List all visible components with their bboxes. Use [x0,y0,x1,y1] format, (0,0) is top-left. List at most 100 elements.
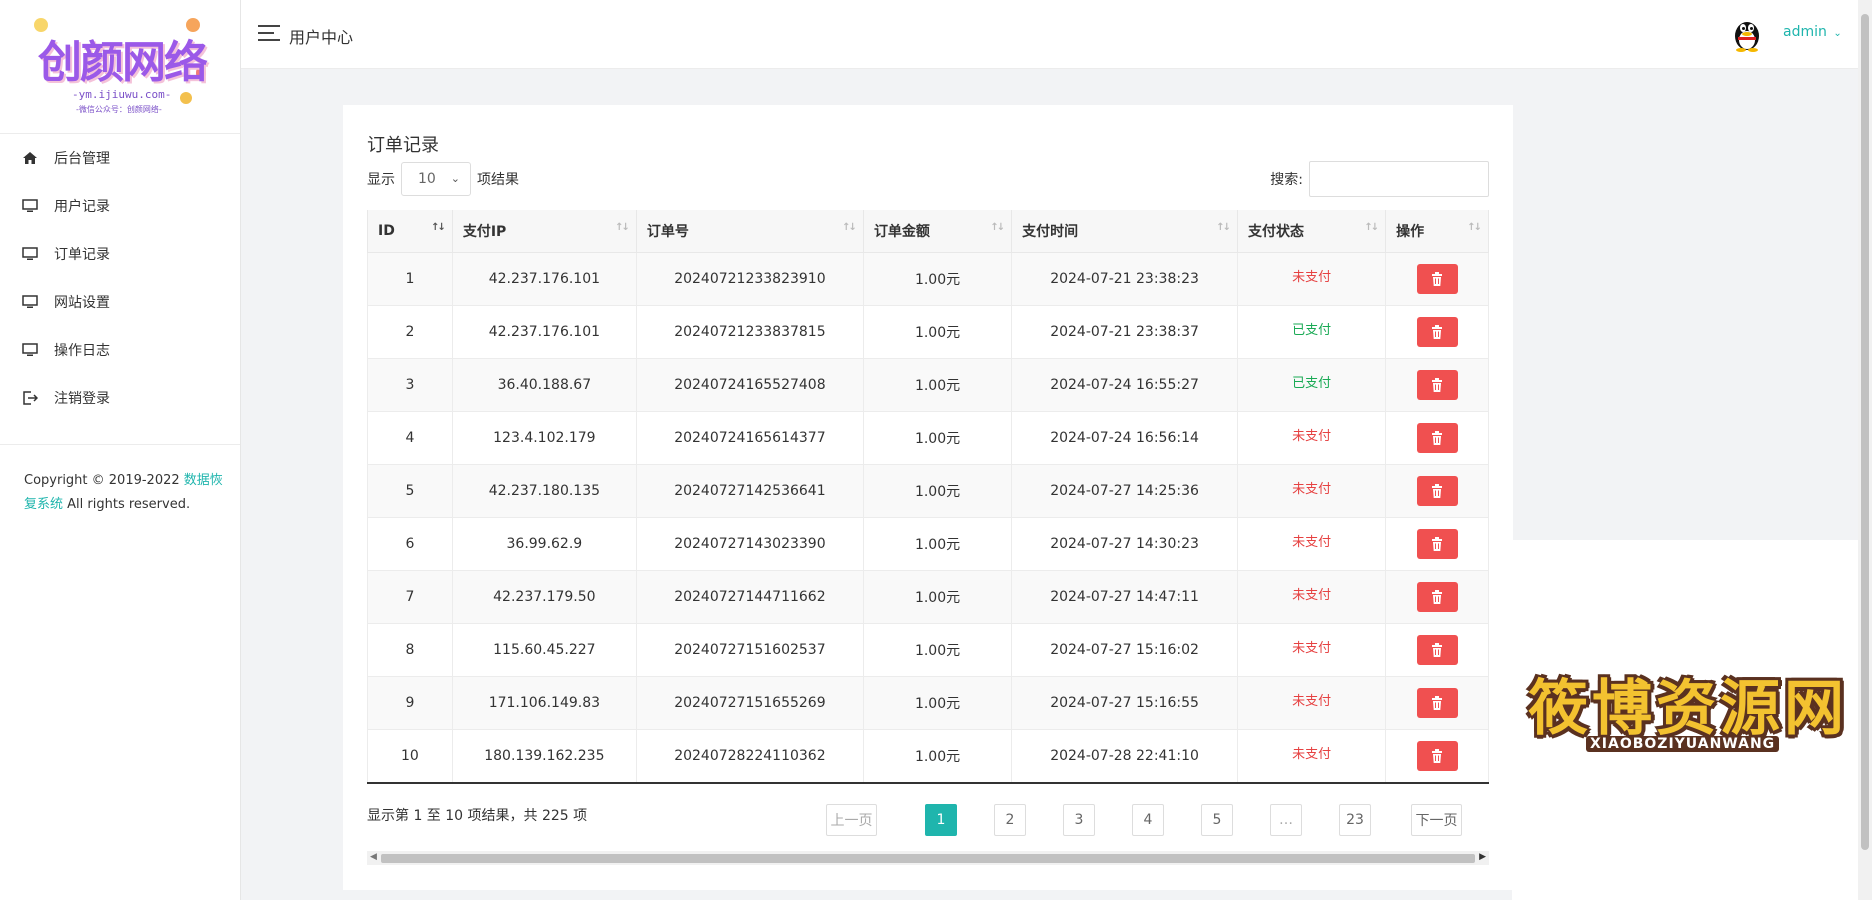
cell-actions [1385,570,1489,624]
cell-time: 2024-07-27 15:16:55 [1011,676,1238,730]
logout-icon [22,391,39,405]
monitor-icon [22,247,38,261]
column-header-amount[interactable]: 订单金额 ↑↓ [862,210,1013,253]
user-name: admin [1783,24,1827,40]
sidebar-item-orders[interactable]: 订单记录 [0,230,240,278]
avatar[interactable] [1730,16,1764,52]
sort-icon: ↑↓ [1467,222,1482,233]
page-button[interactable]: 2 [994,804,1026,836]
page-length-control: 显示 10 ⌄ 项结果 [367,162,519,196]
cell-amount: 1.00元 [862,676,1013,730]
sidebar-item-users[interactable]: 用户记录 [0,182,240,230]
next-page-button[interactable]: 下一页 [1411,804,1462,836]
cell-time: 2024-07-24 16:56:14 [1011,411,1238,465]
status-badge: 未支付 [1292,640,1332,656]
delete-button[interactable] [1416,317,1458,347]
scroll-left-icon[interactable]: ◀ [370,852,377,862]
trash-icon [1431,378,1442,392]
cell-status: 未支付 [1236,411,1387,465]
search-control: 搜索: [1270,161,1489,197]
cell-ip: 171.106.149.83 [451,676,637,730]
table-row: 6 36.99.62.9 20240727143023390 1.00元 2024-07… [367,517,1489,571]
sidebar-item-logs[interactable]: 操作日志 [0,326,240,374]
table-row: 9 171.106.149.83 20240727151655269 1.00元 202… [367,676,1489,730]
page-button[interactable]: 3 [1063,804,1095,836]
status-badge: 已支付 [1292,375,1332,391]
cell-status: 未支付 [1236,676,1387,730]
delete-button[interactable] [1416,741,1458,771]
trash-icon [1431,431,1442,445]
cell-status: 未支付 [1236,252,1387,306]
page-length-select[interactable]: 10 ⌄ [401,162,471,196]
trash-icon [1431,643,1442,657]
cell-id: 3 [367,358,453,412]
sidebar-nav: 后台管理 用户记录 订单记录 网站设置 操作日志 注销登录 [0,134,240,422]
page-button[interactable]: 4 [1132,804,1164,836]
cell-id: 6 [367,517,453,571]
cell-actions [1385,464,1489,518]
column-header-time[interactable]: 支付时间 ↑↓ [1011,210,1238,253]
sidebar-item-site-settings[interactable]: 网站设置 [0,278,240,326]
cell-order-no: 20240721233837815 [635,305,864,359]
sort-icon: ↑↓ [615,222,630,233]
status-badge: 未支付 [1292,269,1332,285]
copyright: Copyright © 2019-2022 数据恢复系统 All rights … [24,469,224,517]
sidebar-item-logout[interactable]: 注销登录 [0,374,240,422]
chevron-down-icon: ⌄ [450,172,460,185]
delete-button[interactable] [1416,635,1458,665]
chevron-down-icon: ⌄ [1833,28,1842,39]
delete-button[interactable] [1416,476,1458,506]
sidebar-item-label: 操作日志 [54,343,110,359]
copyright-suffix: All rights reserved. [63,497,191,512]
search-input[interactable] [1309,161,1489,197]
vertical-scrollbar[interactable] [1858,0,1872,900]
column-header-ip[interactable]: 支付IP ↑↓ [451,210,637,253]
delete-button[interactable] [1416,264,1458,294]
sort-icon: ↑↓ [1216,222,1231,233]
scroll-right-icon[interactable]: ▶ [1479,852,1486,862]
status-badge: 未支付 [1292,746,1332,762]
horizontal-scrollbar[interactable]: ◀ ▶ [367,851,1489,865]
cell-status: 未支付 [1236,623,1387,677]
scrollbar-thumb[interactable] [381,854,1475,863]
column-header-order-no[interactable]: 订单号 ↑↓ [635,210,864,253]
cell-amount: 1.00元 [862,517,1013,571]
brand-logo[interactable]: 创颜网络 -ym.ijiuwu.com- -微信公众号：创颜网络- [30,12,210,118]
page-button[interactable]: 23 [1339,804,1371,836]
sidebar-divider [0,444,240,445]
cell-ip: 36.99.62.9 [451,517,637,571]
column-header-id[interactable]: ID ↑↓ [367,210,453,253]
sidebar-item-dashboard[interactable]: 后台管理 [0,134,240,182]
delete-button[interactable] [1416,370,1458,400]
top-header: 用户中心 admin ⌄ [241,0,1872,69]
cell-order-no: 20240724165614377 [635,411,864,465]
status-badge: 已支付 [1292,322,1332,338]
delete-button[interactable] [1416,688,1458,718]
user-menu[interactable]: admin ⌄ [1783,24,1842,40]
trash-icon [1431,325,1442,339]
cell-ip: 36.40.188.67 [451,358,637,412]
page-button[interactable]: 1 [925,804,957,836]
table-row: 7 42.237.179.50 20240727144711662 1.00元 2024… [367,570,1489,624]
column-header-actions[interactable]: 操作 ↑↓ [1385,210,1489,253]
cell-time: 2024-07-27 15:16:02 [1011,623,1238,677]
cell-time: 2024-07-27 14:47:11 [1011,570,1238,624]
cell-time: 2024-07-28 22:41:10 [1011,729,1238,784]
cell-ip: 42.237.176.101 [451,252,637,306]
page-button[interactable]: 5 [1201,804,1233,836]
cell-amount: 1.00元 [862,305,1013,359]
delete-button[interactable] [1416,529,1458,559]
cell-order-no: 20240724165527408 [635,358,864,412]
menu-toggle-icon[interactable] [258,25,280,41]
status-badge: 未支付 [1292,693,1332,709]
delete-button[interactable] [1416,423,1458,453]
logo-url: -ym.ijiuwu.com- [72,88,172,101]
delete-button[interactable] [1416,582,1458,612]
cell-status: 未支付 [1236,517,1387,571]
cell-id: 9 [367,676,453,730]
cell-id: 2 [367,305,453,359]
column-header-status[interactable]: 支付状态 ↑↓ [1236,210,1387,253]
prev-page-button[interactable]: 上一页 [826,804,877,836]
logo-text: 创颜网络 [38,37,208,88]
cell-ip: 123.4.102.179 [451,411,637,465]
